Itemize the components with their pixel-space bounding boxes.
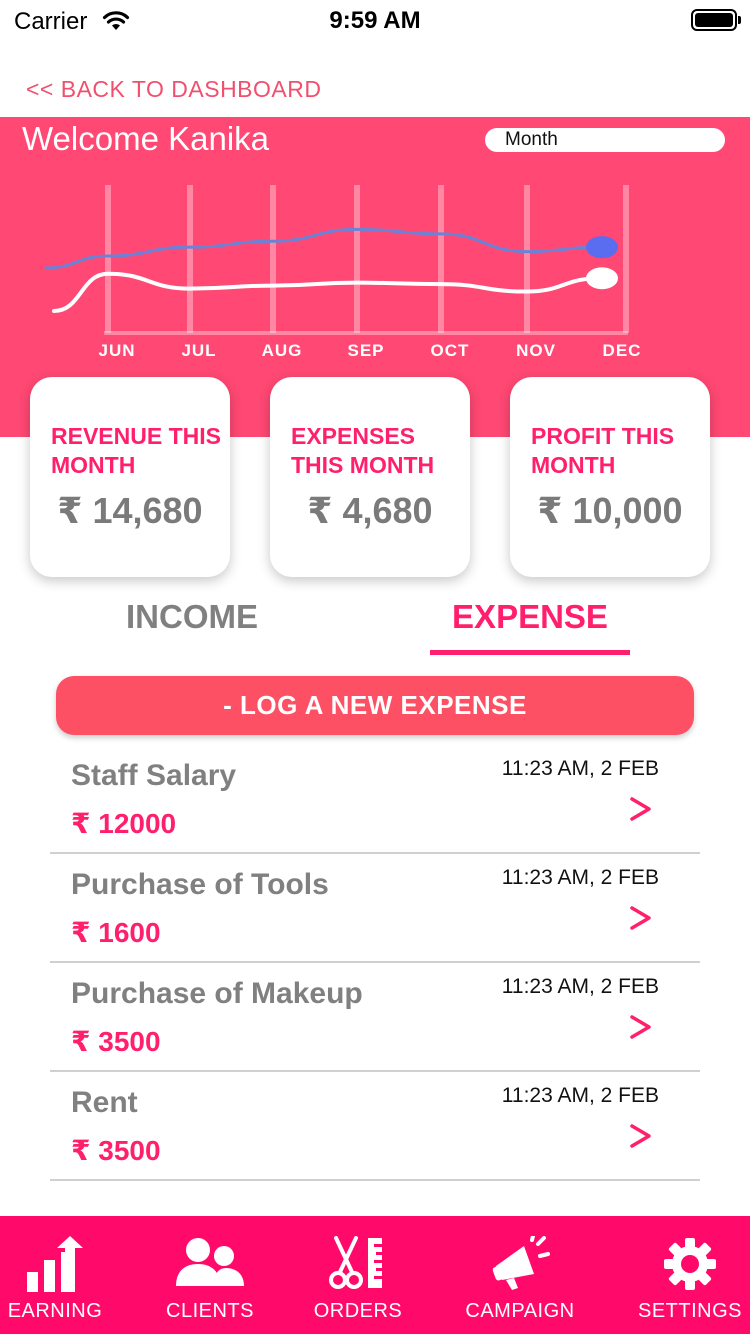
nav-settings[interactable]: SETTINGS	[630, 1216, 750, 1334]
list-item[interactable]: Rent ₹ 3500 11:23 AM, 2 FEB	[50, 1072, 700, 1181]
nav-campaign-label: CAMPAIGN	[465, 1300, 575, 1322]
chart-tick-label: SEP	[347, 341, 384, 360]
list-item[interactable]: Purchase of Makeup ₹ 3500 11:23 AM, 2 FE…	[50, 963, 700, 1072]
nav-earning[interactable]: EARNING	[0, 1216, 110, 1334]
expense-amount: ₹ 3500	[71, 1026, 161, 1057]
users-icon	[176, 1238, 244, 1286]
expense-time: 11:23 AM, 2 FEB	[501, 757, 659, 780]
clock: 9:59 AM	[329, 7, 421, 34]
gear-icon	[664, 1238, 716, 1290]
nav-campaign[interactable]: CAMPAIGN	[460, 1216, 580, 1334]
chevron-right-icon[interactable]	[628, 1013, 654, 1041]
expense-list: Staff Salary ₹ 12000 11:23 AM, 2 FEB Pur…	[50, 745, 700, 1181]
list-item[interactable]: Staff Salary ₹ 12000 11:23 AM, 2 FEB	[50, 745, 700, 854]
chevron-right-icon[interactable]	[628, 795, 654, 823]
nav-clients[interactable]: CLIENTS	[155, 1216, 265, 1334]
expense-amount: ₹ 12000	[71, 808, 177, 839]
expense-title: Rent	[71, 1086, 138, 1119]
back-to-dashboard-link[interactable]: << BACK TO DASHBOARD	[26, 76, 321, 103]
nav-orders-label: ORDERS	[313, 1300, 403, 1322]
bottom-tab-bar: EARNING CLIENTS ORDERS CAMPAIGN SETTINGS	[0, 1216, 750, 1334]
battery-tip	[738, 16, 741, 24]
status-bar: Carrier 9:59 AM	[0, 0, 750, 44]
expenses-card-title: EXPENSES THIS MONTH	[291, 423, 435, 478]
active-tab-indicator	[430, 650, 630, 655]
expense-title: Staff Salary	[71, 759, 237, 792]
expense-amount: ₹ 3500	[71, 1135, 161, 1166]
expenses-card-value: ₹ 4,680	[307, 490, 433, 531]
expenses-card: EXPENSES THIS MONTH ₹ 4,680	[270, 377, 470, 577]
revenue-card: REVENUE THIS MONTH ₹ 14,680	[30, 377, 230, 577]
bar-chart-icon	[27, 1236, 83, 1292]
chart-series-line	[44, 227, 602, 270]
list-item[interactable]: Purchase of Tools ₹ 1600 11:23 AM, 2 FEB	[50, 854, 700, 963]
expense-time: 11:23 AM, 2 FEB	[501, 866, 659, 889]
chevron-right-icon[interactable]	[628, 1122, 654, 1150]
chart-tick-label: OCT	[431, 341, 470, 360]
expense-title: Purchase of Tools	[71, 868, 329, 901]
trend-chart: JUN JUL AUG SEP OCT NOV DEC	[44, 185, 642, 360]
chart-tick-label: JUN	[98, 341, 135, 360]
scissors-icon	[329, 1236, 382, 1289]
revenue-card-title: REVENUE THIS MONTH	[51, 423, 221, 478]
tab-expense[interactable]: EXPENSE	[430, 598, 630, 636]
nav-earning-label: EARNING	[7, 1300, 103, 1322]
chart-tick-label: NOV	[516, 341, 556, 360]
chart-tick-label: DEC	[603, 341, 642, 360]
expense-title: Purchase of Makeup	[71, 977, 363, 1010]
profit-card-title: PROFIT THIS MONTH	[531, 423, 675, 478]
period-dropdown[interactable]: Month	[485, 128, 725, 152]
profit-card: PROFIT THIS MONTH ₹ 10,000	[510, 377, 710, 577]
expense-amount: ₹ 1600	[71, 917, 161, 948]
expense-time: 11:23 AM, 2 FEB	[501, 975, 659, 998]
nav-settings-label: SETTINGS	[637, 1300, 742, 1322]
battery-icon	[691, 9, 737, 31]
chart-series-endpoint	[586, 267, 618, 290]
chart-series-endpoint	[586, 236, 618, 259]
chart-tick-label: AUG	[262, 341, 303, 360]
megaphone-icon	[492, 1236, 550, 1290]
tab-income[interactable]: INCOME	[92, 598, 292, 636]
nav-orders[interactable]: ORDERS	[303, 1216, 413, 1334]
nav-clients-label: CLIENTS	[166, 1300, 254, 1322]
chevron-right-icon[interactable]	[628, 904, 654, 932]
profit-card-value: ₹ 10,000	[537, 490, 683, 531]
log-new-expense-button[interactable]: - LOG A NEW EXPENSE	[56, 676, 694, 735]
welcome-title: Welcome Kanika	[22, 120, 270, 157]
revenue-card-value: ₹ 14,680	[57, 490, 203, 531]
chart-tick-label: JUL	[181, 341, 216, 360]
expense-time: 11:23 AM, 2 FEB	[501, 1084, 659, 1107]
chart-series-line	[52, 271, 602, 313]
